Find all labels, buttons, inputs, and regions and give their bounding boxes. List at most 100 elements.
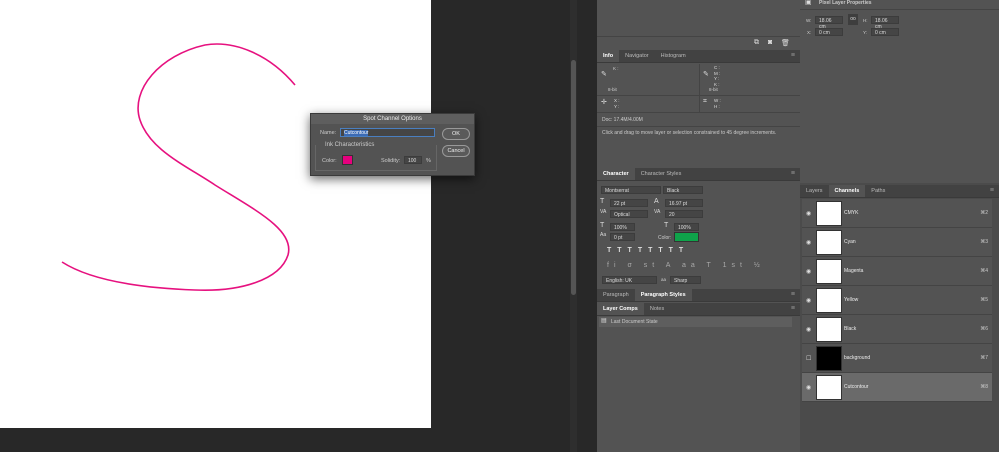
eyedropper-icon: ✎ xyxy=(703,71,709,78)
channel-shortcut: ⌘8 xyxy=(980,384,988,390)
channel-row-magenta[interactable]: ◉ Magenta ⌘4 xyxy=(802,257,992,286)
kerning-select[interactable]: Optical xyxy=(610,210,648,218)
tab-channels[interactable]: Channels xyxy=(828,185,866,197)
link-dimensions-button[interactable]: oo xyxy=(848,14,858,25)
x-input[interactable]: 0 cm xyxy=(815,28,843,36)
tracking-icon: VA xyxy=(654,209,661,215)
properties-title: Pixel Layer Properties xyxy=(819,0,872,6)
eye-icon[interactable]: ◉ xyxy=(806,268,811,275)
visibility-toggle[interactable]: ☐ xyxy=(806,355,811,362)
name-label: Name: xyxy=(320,130,337,136)
width-input[interactable]: 18.06 cm xyxy=(815,16,843,30)
y-input[interactable]: 0 cm xyxy=(871,28,899,36)
channel-thumbnail xyxy=(816,259,842,284)
panel-menu-icon[interactable]: ≡ xyxy=(985,185,999,197)
channel-row-cutcontour[interactable]: ◉ Cutcontour ⌘8 xyxy=(802,373,992,402)
layer-comp-icon: ▤ xyxy=(601,318,607,324)
channel-thumbnail xyxy=(816,346,842,371)
pixel-layer-icon: ▣ xyxy=(805,0,812,6)
tab-paragraph-styles[interactable]: Paragraph Styles xyxy=(634,289,692,301)
layer-comp-item[interactable]: ▤ Last Document State xyxy=(599,317,792,327)
language-select[interactable]: English: UK xyxy=(602,276,657,284)
info-k: K : xyxy=(613,66,619,71)
channel-shortcut: ⌘4 xyxy=(980,268,988,274)
panel-menu-icon[interactable]: ≡ xyxy=(786,168,800,180)
channel-row-yellow[interactable]: ◉ Yellow ⌘5 xyxy=(802,286,992,315)
font-family-select[interactable]: Montserrat xyxy=(601,186,661,194)
text-color-swatch[interactable] xyxy=(674,232,699,242)
channel-name: Cutcontour xyxy=(844,384,869,390)
channel-thumbnail xyxy=(816,317,842,342)
font-size-input[interactable]: 22 pt xyxy=(610,199,648,207)
eye-icon[interactable]: ◉ xyxy=(806,210,811,217)
new-layer-comp-icon[interactable]: ⧉ xyxy=(754,39,759,47)
baseline-shift-icon: Aa xyxy=(600,232,607,238)
channel-row-cmyk[interactable]: ◉ CMYK ⌘2 xyxy=(802,199,992,228)
y-label: Y: xyxy=(863,30,868,35)
info-panel: Info Navigator Histogram ≡ ✎ K : 8-bit ✎… xyxy=(597,50,800,136)
scrollbar-thumb[interactable] xyxy=(571,60,576,295)
panel-menu-icon[interactable]: ≡ xyxy=(786,289,800,301)
tab-layers[interactable]: Layers xyxy=(800,185,829,197)
tab-notes[interactable]: Notes xyxy=(644,303,670,315)
eyedropper-icon: ✎ xyxy=(601,71,607,78)
tab-paragraph[interactable]: Paragraph xyxy=(597,289,635,301)
dialog-title: Spot Channel Options xyxy=(311,114,474,124)
layer-comps-panel: Layer Comps Notes ≡ ▤ Last Document Stat… xyxy=(597,303,800,327)
eye-icon[interactable]: ◉ xyxy=(806,239,811,246)
tab-character[interactable]: Character xyxy=(597,168,635,180)
channel-name: Black xyxy=(844,326,857,332)
channel-name: background xyxy=(844,355,871,361)
vertical-scale-input[interactable]: 100% xyxy=(610,223,635,231)
channel-shortcut: ⌘7 xyxy=(980,355,988,361)
selection-size-icon: ⌗ xyxy=(703,98,707,105)
tab-character-styles[interactable]: Character Styles xyxy=(635,168,688,180)
channel-row-background[interactable]: ☐ background ⌘7 xyxy=(802,344,992,373)
panel-column-middle: ⧉ ◙ 🗑 Info Navigator Histogram ≡ ✎ K : 8… xyxy=(597,0,800,452)
opentype-buttons[interactable]: fi σ st A aa T 1st ½ xyxy=(607,262,765,269)
horizontal-scale-input[interactable]: 100% xyxy=(674,223,699,231)
baseline-shift-input[interactable]: 0 pt xyxy=(610,233,635,241)
tab-info[interactable]: Info xyxy=(597,50,620,62)
eye-icon[interactable]: ◉ xyxy=(806,297,811,304)
tab-layer-comps[interactable]: Layer Comps xyxy=(597,303,644,315)
tab-histogram[interactable]: Histogram xyxy=(655,50,692,62)
antialias-select[interactable]: Sharp xyxy=(670,276,701,284)
color-swatch[interactable] xyxy=(342,155,353,165)
panel-menu-icon[interactable]: ≡ xyxy=(786,50,800,62)
ok-button[interactable]: OK xyxy=(442,128,470,140)
percent-label: % xyxy=(426,158,431,164)
channel-row-black[interactable]: ◉ Black ⌘6 xyxy=(802,315,992,344)
channel-name: CMYK xyxy=(844,210,859,216)
eye-icon[interactable]: ◉ xyxy=(806,326,811,333)
channel-shortcut: ⌘5 xyxy=(980,297,988,303)
name-input[interactable]: Cutcontour xyxy=(340,128,435,137)
crosshair-icon: ✛ xyxy=(601,99,607,106)
channel-name: Magenta xyxy=(844,268,864,274)
info-bit-depth-2: 8-bit xyxy=(709,87,718,92)
eye-icon[interactable]: ◉ xyxy=(806,384,811,391)
channel-thumbnail xyxy=(816,288,842,313)
tab-paths[interactable]: Paths xyxy=(865,185,891,197)
vertical-scale-icon: T xyxy=(600,222,605,229)
trash-icon[interactable]: 🗑 xyxy=(781,39,790,47)
doc-size: Doc: 17.4M/4.00M xyxy=(602,117,643,123)
spot-channel-stroke xyxy=(61,43,296,291)
cancel-button[interactable]: Cancel xyxy=(442,145,470,157)
tab-navigator[interactable]: Navigator xyxy=(619,50,655,62)
height-input[interactable]: 18.06 cm xyxy=(871,16,899,30)
tracking-select[interactable]: 20 xyxy=(665,210,703,218)
character-panel: Character Character Styles ≡ Montserrat … xyxy=(597,168,800,284)
font-style-select[interactable]: Black xyxy=(663,186,703,194)
channel-row-cyan[interactable]: ◉ Cyan ⌘3 xyxy=(802,228,992,257)
leading-input[interactable]: 16.97 pt xyxy=(665,199,703,207)
channel-list: ◉ CMYK ⌘2 ◉ Cyan ⌘3 ◉ Magenta ⌘4 ◉ Yellow ⌘… xyxy=(802,199,992,402)
panel-menu-icon[interactable]: ≡ xyxy=(786,303,800,315)
document-canvas[interactable] xyxy=(0,0,431,428)
camera-icon[interactable]: ◙ xyxy=(768,39,772,46)
tool-hint: Click and drag to move layer or selectio… xyxy=(602,130,777,136)
type-style-buttons[interactable]: TTTTTTTT xyxy=(607,247,689,254)
channel-shortcut: ⌘3 xyxy=(980,239,988,245)
h-label: H: xyxy=(863,18,868,23)
solidity-input[interactable]: 100 xyxy=(404,156,422,164)
